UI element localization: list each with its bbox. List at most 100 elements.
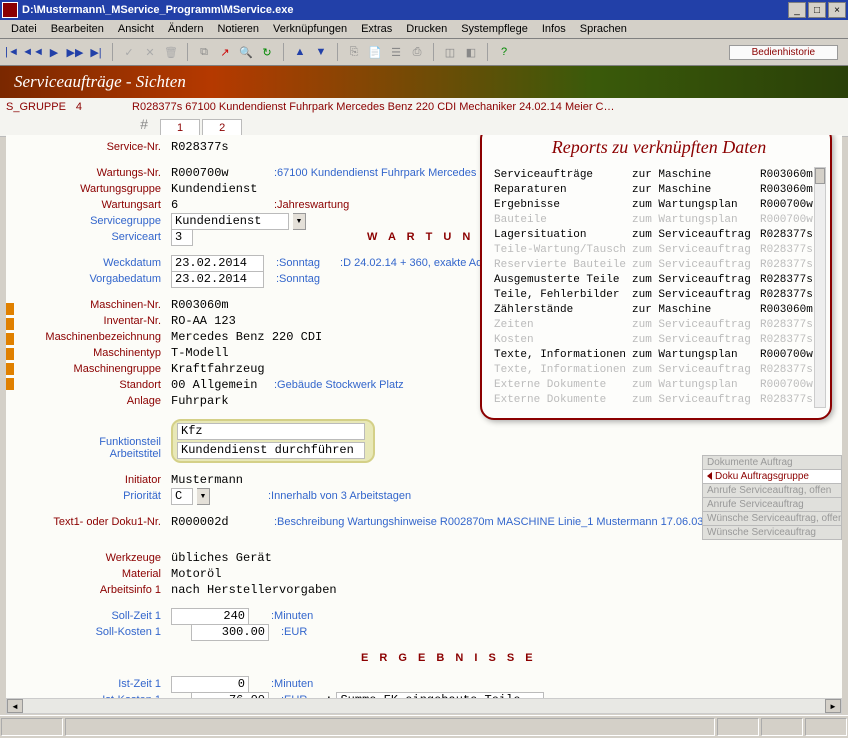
value-wartungsart: 6 bbox=[171, 198, 266, 212]
label-wartungsgruppe: Wartungsgruppe bbox=[16, 183, 171, 195]
status-cell bbox=[717, 718, 759, 736]
print-icon[interactable]: ⎙ bbox=[409, 44, 425, 60]
nav-last-icon[interactable]: ▶| bbox=[88, 44, 104, 60]
report-row[interactable]: Teile, Fehlerbilderzum ServiceauftragR02… bbox=[494, 288, 824, 303]
menu-systempflege[interactable]: Systempflege bbox=[454, 22, 535, 36]
menu-aendern[interactable]: Ändern bbox=[161, 22, 210, 36]
cancel-icon[interactable]: ✕ bbox=[142, 44, 158, 60]
search-icon[interactable]: 🔍 bbox=[238, 44, 254, 60]
form-body: Service-Nr. R028377s Wartungs-Nr. R00070… bbox=[6, 135, 842, 714]
input-soll-zeit1[interactable]: 240 bbox=[171, 608, 249, 625]
list-icon[interactable]: ☰ bbox=[388, 44, 404, 60]
label-maschinengruppe: Maschinengruppe bbox=[16, 363, 171, 375]
input-funktionsteil[interactable]: Kfz bbox=[177, 423, 365, 440]
note-vorgabedatum: :Sonntag bbox=[276, 273, 320, 285]
help-icon[interactable]: ? bbox=[496, 44, 512, 60]
label-arbeitstitel: Arbeitstitel bbox=[16, 448, 171, 460]
input-ist-zeit1[interactable]: 0 bbox=[171, 676, 249, 693]
toolbar-separator bbox=[283, 43, 284, 61]
scroll-right-icon[interactable]: ► bbox=[825, 699, 841, 713]
check-icon[interactable]: ✓ bbox=[121, 44, 137, 60]
sidemenu-item[interactable]: Dokumente Auftrag bbox=[702, 455, 842, 470]
value-werkzeuge: übliches Gerät bbox=[171, 551, 272, 565]
menu-drucken[interactable]: Drucken bbox=[399, 22, 454, 36]
input-serviceart[interactable]: 3 bbox=[171, 229, 193, 246]
select-prioritaet[interactable]: C▼ bbox=[171, 489, 210, 504]
sidemenu-item[interactable]: Wünsche Serviceauftrag bbox=[702, 525, 842, 540]
scroll-left-icon[interactable]: ◄ bbox=[7, 699, 23, 713]
report-row[interactable]: Ausgemusterte Teilezum ServiceauftragR02… bbox=[494, 273, 824, 288]
label-funktionsteil: Funktionsteil bbox=[16, 434, 171, 448]
value-anlage: Fuhrpark bbox=[171, 394, 229, 408]
menu-ansicht[interactable]: Ansicht bbox=[111, 22, 161, 36]
tab-1[interactable]: 1 bbox=[160, 119, 200, 136]
input-vorgabedatum[interactable]: 23.02.2014 bbox=[171, 271, 264, 288]
input-arbeitstitel[interactable]: Kundendienst durchführen bbox=[177, 442, 365, 459]
report-row[interactable]: Lagersituationzum ServiceauftragR028377s bbox=[494, 228, 824, 243]
maximize-button[interactable]: □ bbox=[808, 2, 826, 18]
report-row: Kostenzum ServiceauftragR028377s bbox=[494, 333, 824, 348]
label-initiator: Initiator bbox=[16, 474, 171, 486]
input-weckdatum[interactable]: 23.02.2014 bbox=[171, 255, 264, 272]
export-icon[interactable]: ↗ bbox=[217, 44, 233, 60]
report-row[interactable]: Texte, Informationenzum WartungsplanR000… bbox=[494, 348, 824, 363]
menu-extras[interactable]: Extras bbox=[354, 22, 399, 36]
input-soll-kosten1[interactable]: 300.00 bbox=[191, 624, 269, 641]
nav-first-icon[interactable]: |◄ bbox=[4, 44, 20, 60]
menu-datei[interactable]: Datei bbox=[4, 22, 44, 36]
section-ergebnisse: E R G E B N I S S E bbox=[361, 652, 537, 664]
orange-markers bbox=[6, 303, 14, 379]
toolbar-separator bbox=[187, 43, 188, 61]
link-icon[interactable]: ⎘ bbox=[346, 44, 362, 60]
reports-title: Reports zu verknüpften Daten bbox=[494, 137, 824, 158]
up-icon[interactable]: ▲ bbox=[292, 44, 308, 60]
minimize-button[interactable]: _ bbox=[788, 2, 806, 18]
sidemenu-item[interactable]: Doku Auftragsgruppe bbox=[702, 469, 842, 484]
close-button[interactable]: × bbox=[828, 2, 846, 18]
value-material: Motoröl bbox=[171, 567, 221, 581]
tab-2[interactable]: 2 bbox=[202, 119, 242, 136]
hash-icon: # bbox=[140, 116, 148, 132]
report-row[interactable]: Serviceaufträgezur MaschineR003060m bbox=[494, 168, 824, 183]
chevron-down-icon: ▼ bbox=[197, 488, 210, 505]
status-cell bbox=[65, 718, 715, 736]
value-maschinen-nr: R003060m bbox=[171, 298, 229, 312]
menu-infos[interactable]: Infos bbox=[535, 22, 573, 36]
label-maschinenbez: Maschinenbezeichnung bbox=[16, 331, 171, 343]
report-row[interactable]: Zählerständezur MaschineR003060m bbox=[494, 303, 824, 318]
menu-sprachen[interactable]: Sprachen bbox=[573, 22, 634, 36]
report-row[interactable]: Reparaturenzur MaschineR003060m bbox=[494, 183, 824, 198]
sidemenu-item[interactable]: Wünsche Serviceauftrag, offen bbox=[702, 511, 842, 526]
nav-next-icon[interactable]: ▶▶ bbox=[67, 44, 83, 60]
toolbar-separator bbox=[487, 43, 488, 61]
refresh-icon[interactable]: ↻ bbox=[259, 44, 275, 60]
toolbar-separator bbox=[337, 43, 338, 61]
panel-scrollbar[interactable] bbox=[814, 167, 826, 408]
copy-icon[interactable]: ⧉ bbox=[196, 44, 212, 60]
history-button[interactable]: Bedienhistorie bbox=[729, 45, 838, 60]
toolbar: |◄ ◄◄ ▶ ▶▶ ▶| ✓ ✕ 🗑 ⧉ ↗ 🔍 ↻ ▲ ▼ ⎘ 📄 ☰ ⎙ … bbox=[0, 39, 848, 66]
delete-icon[interactable]: 🗑 bbox=[163, 44, 179, 60]
sidemenu-item[interactable]: Anrufe Serviceauftrag, offen bbox=[702, 483, 842, 498]
select-servicegruppe[interactable]: Kundendienst▼ bbox=[171, 214, 306, 229]
down-icon[interactable]: ▼ bbox=[313, 44, 329, 60]
doc-icon[interactable]: 📄 bbox=[367, 44, 383, 60]
menu-verknuepfungen[interactable]: Verknüpfungen bbox=[266, 22, 354, 36]
menu-bearbeiten[interactable]: Bearbeiten bbox=[44, 22, 111, 36]
menu-notieren[interactable]: Notieren bbox=[210, 22, 266, 36]
tree-icon[interactable]: ◧ bbox=[463, 44, 479, 60]
label-service-nr: Service-Nr. bbox=[16, 141, 171, 153]
report-row[interactable]: Ergebnissezum WartungsplanR000700w bbox=[494, 198, 824, 213]
sidemenu-item[interactable]: Anrufe Serviceauftrag bbox=[702, 497, 842, 512]
note-text1: :Beschreibung Wartungshinweise R002870m … bbox=[274, 516, 714, 528]
label-soll-zeit1: Soll-Zeit 1 bbox=[16, 610, 171, 622]
label-ist-zeit1: Ist-Zeit 1 bbox=[16, 678, 171, 690]
nav-prev-icon[interactable]: ◄◄ bbox=[25, 44, 41, 60]
scrollbar-thumb[interactable] bbox=[815, 168, 825, 184]
label-servicegruppe: Servicegruppe bbox=[16, 215, 171, 227]
nav-play-icon[interactable]: ▶ bbox=[46, 44, 62, 60]
calendar-icon[interactable]: ◫ bbox=[442, 44, 458, 60]
reports-panel: Reports zu verknüpften Daten Serviceauft… bbox=[480, 135, 832, 420]
horizontal-scrollbar[interactable]: ◄ ► bbox=[6, 698, 842, 714]
window-title: D:\Mustermann\_MService_Programm\MServic… bbox=[22, 4, 786, 16]
